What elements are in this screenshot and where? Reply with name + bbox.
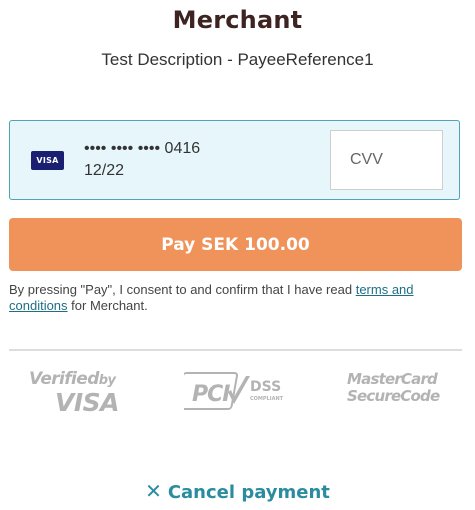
consent-prefix: By pressing "Pay", I consent to and conf…	[9, 282, 356, 297]
merchant-title: Merchant	[172, 6, 303, 34]
close-icon: ✕	[145, 479, 162, 503]
cancel-payment-link[interactable]: ✕ Cancel payment	[0, 479, 475, 503]
divider	[9, 349, 462, 351]
visa-card-icon: VISA	[31, 151, 64, 170]
mastercard-securecode-logo: MasterCard SecureCode	[347, 371, 447, 405]
payment-description: Test Description - PayeeReference1	[101, 50, 374, 69]
consent-suffix: for Merchant.	[67, 298, 148, 313]
pci-mark: PCI	[192, 382, 230, 407]
saved-card-panel[interactable]: VISA •••• •••• •••• 0416 12/22	[9, 120, 460, 200]
verified-by-visa-logo: Verifiedby VISA	[29, 369, 139, 415]
mastercard-securecode-line1: MasterCard	[347, 370, 438, 388]
verified-by-visa-line1: Verified	[29, 369, 99, 389]
verified-by-visa-line2: VISA	[55, 388, 120, 417]
cancel-payment-label: Cancel payment	[167, 482, 330, 503]
masked-card-number: •••• •••• •••• 0416	[84, 140, 201, 157]
dss-text: DSS	[250, 379, 281, 395]
verified-by-visa-by: by	[98, 373, 116, 388]
mastercard-securecode-line2: SecureCode	[347, 387, 440, 405]
cvv-input[interactable]	[330, 130, 443, 190]
pay-button[interactable]: Pay SEK 100.00	[9, 218, 462, 271]
pci-dss-logo: PCI DSS COMPLIANT	[184, 372, 284, 410]
card-expiry-date: 12/22	[84, 162, 125, 179]
consent-text: By pressing "Pay", I consent to and conf…	[9, 282, 464, 314]
dss-compliant-text: COMPLIANT	[250, 396, 284, 402]
